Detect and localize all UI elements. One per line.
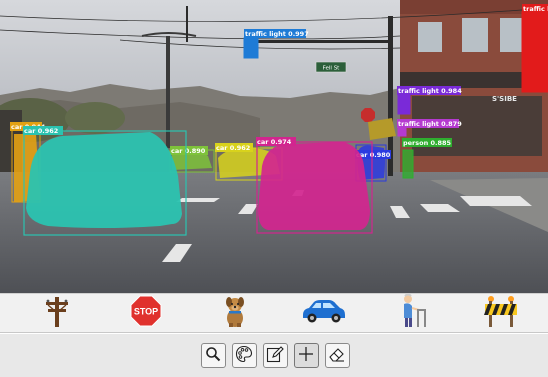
category-person-with-walker[interactable] — [389, 293, 435, 332]
street-scene: S'SIBE Fell St traffic light 0.997 traff… — [0, 0, 548, 293]
eraser-icon — [328, 345, 346, 367]
storefront-text: S'SIBE — [492, 95, 517, 103]
detection-viewport[interactable]: S'SIBE Fell St traffic light 0.997 traff… — [0, 0, 548, 293]
traffic-light-mask — [398, 94, 410, 114]
detection-label: car 0.962 — [24, 127, 58, 135]
elderly-person-icon — [397, 293, 427, 332]
traffic-light-mask — [522, 12, 548, 92]
detection-label: car 0.962 — [216, 144, 250, 152]
car-mask — [26, 132, 182, 228]
person-mask — [403, 150, 413, 178]
detection-label: car 0.974 — [257, 138, 292, 146]
road-barrier-icon — [483, 295, 518, 331]
detection-label: car 0.890 — [171, 147, 206, 155]
stop-sign-icon: STOP — [130, 295, 162, 331]
category-bar: STOP — [0, 293, 548, 333]
pencil-icon — [266, 345, 284, 367]
detection-label: person 0.885 — [403, 139, 452, 147]
detection-label: traffic light 0.879 — [398, 120, 462, 128]
palette-icon — [235, 345, 253, 367]
stop-sign-text: STOP — [134, 307, 158, 317]
category-utility-pole[interactable] — [34, 295, 80, 331]
detection-label: traffic light 0.997 — [245, 30, 309, 38]
edit-button[interactable] — [262, 343, 288, 368]
car-mask — [258, 142, 370, 230]
annotation-toolbar — [0, 334, 548, 377]
zoom-button[interactable] — [200, 343, 226, 368]
street-sign-text: Fell St — [323, 66, 341, 72]
detection-label: traffic light 0.984 — [398, 87, 462, 95]
plus-icon — [297, 345, 315, 367]
color-button[interactable] — [231, 343, 257, 368]
stop-sign — [361, 108, 375, 122]
traffic-light-mask — [244, 38, 258, 58]
category-road-barrier[interactable] — [478, 295, 524, 331]
category-stop-sign[interactable]: STOP — [123, 295, 169, 331]
dog-icon — [219, 294, 251, 332]
category-car[interactable] — [300, 295, 346, 331]
utility-pole-icon — [44, 295, 70, 331]
erase-button[interactable] — [324, 343, 350, 368]
detection-label: traffic l — [523, 5, 548, 13]
car-icon — [299, 298, 347, 328]
magnifier-icon — [205, 346, 221, 366]
add-button[interactable] — [293, 343, 319, 368]
category-dog[interactable] — [212, 295, 258, 331]
